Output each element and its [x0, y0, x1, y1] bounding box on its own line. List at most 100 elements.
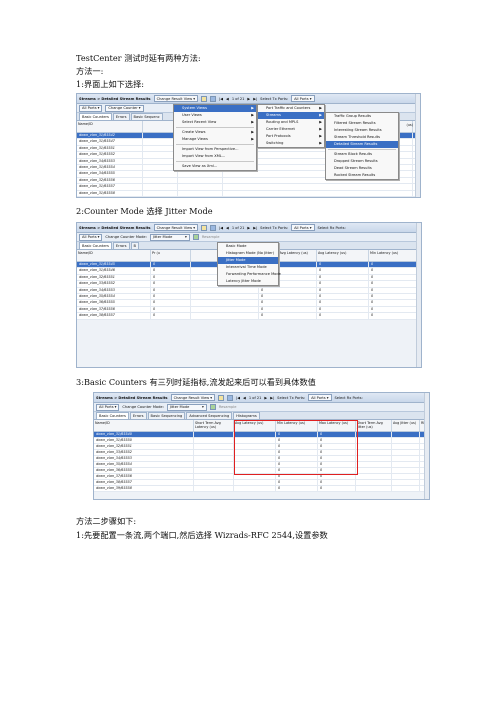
menu-item[interactable]: Stream Block Results: [326, 151, 398, 158]
col-name-id[interactable]: Name/ID: [77, 121, 143, 132]
row-value-cell: 0: [259, 306, 317, 313]
save-icon[interactable]: [227, 394, 234, 401]
menu-item[interactable]: Carrier Ethernet ▶: [258, 126, 324, 133]
col-name-id[interactable]: Name/ID: [77, 250, 151, 261]
pager-first-icon[interactable]: |◀: [236, 396, 240, 400]
toolbar-2: All Ports ▾ Change Counter Mode: Jitter …: [77, 233, 421, 242]
vertical-scrollbar[interactable]: [415, 94, 420, 197]
folder-icon[interactable]: [201, 95, 208, 102]
all-ports-select[interactable]: All Ports ▾: [79, 233, 103, 241]
pager-prev-icon[interactable]: ◀: [226, 226, 229, 230]
menu-item[interactable]: Select Recent View ▶: [174, 119, 256, 126]
pager-first-icon[interactable]: |◀: [219, 226, 223, 230]
tab-basic-sequencing[interactable]: Basic Sequenc: [130, 113, 163, 120]
col-min-latency[interactable]: Min Latency (us): [369, 250, 417, 261]
col-short-term-jitter[interactable]: Short Term Avg Jitter (us): [356, 420, 392, 431]
change-result-view-button[interactable]: Change Result View ▾: [153, 224, 199, 231]
pager-first-icon[interactable]: |◀: [219, 97, 223, 101]
pager-next-icon[interactable]: ▶: [247, 226, 250, 230]
vertical-scrollbar[interactable]: [424, 393, 429, 499]
tx-ports-select[interactable]: All Ports ▾: [291, 224, 315, 231]
col-pre[interactable]: Pr (u: [151, 250, 191, 261]
change-counter-button[interactable]: Change Counter ▾: [105, 104, 144, 112]
col-name-id[interactable]: Name/ID: [94, 420, 194, 431]
table-row[interactable]: down_vlan_31/65558: [77, 190, 420, 197]
menu-item[interactable]: Create Views ▶: [174, 129, 256, 136]
menu-item[interactable]: Histogram Mode (No Jitter): [218, 250, 278, 257]
counter-mode-select[interactable]: Jitter Mode ▾: [166, 403, 207, 411]
menu-item[interactable]: Switching ▶: [258, 140, 324, 147]
resample-button[interactable]: Resample: [219, 405, 237, 409]
menu-item[interactable]: System Views ▶: [174, 105, 256, 112]
menu-item[interactable]: Basic Mode: [218, 243, 278, 250]
menu-item[interactable]: Import View from Perspective...: [174, 146, 256, 153]
tx-ports-select[interactable]: All Ports ▾: [291, 95, 315, 102]
save-icon[interactable]: [210, 224, 217, 231]
pager-last-icon[interactable]: ▶|: [253, 97, 257, 101]
menu-item[interactable]: Port Protocols ▶: [258, 133, 324, 140]
row-value-cell: 0: [259, 293, 317, 300]
submenu-arrow-icon: ▶: [251, 120, 254, 124]
row-value-cell: 0: [317, 300, 369, 306]
pager-next-icon[interactable]: ▶: [264, 396, 267, 400]
col-avg-jitter[interactable]: Avg Jitter (us): [392, 420, 420, 431]
tab-errors[interactable]: Errors: [112, 113, 130, 120]
table-row[interactable]: down_vlan_38/65557 0 0 0 0: [77, 313, 421, 320]
folder-icon[interactable]: [201, 224, 208, 231]
row-value-cell: [234, 486, 276, 491]
menu-item[interactable]: Latency Jitter Mode: [218, 278, 278, 285]
refresh-icon[interactable]: [209, 404, 216, 410]
menu-item[interactable]: Filtered Stream Results: [326, 120, 398, 127]
menu-item[interactable]: Jitter Mode: [218, 257, 278, 264]
menu-item[interactable]: Save View as Xml...: [174, 163, 256, 170]
pager-next-icon[interactable]: ▶: [247, 97, 250, 101]
tab-advanced-sequencing[interactable]: Advanced Sequencing: [186, 412, 233, 419]
menu-item[interactable]: Stream Threshold Results: [326, 134, 398, 141]
screenshot-1-system-views-menu: Streams > Detailed Stream Results Change…: [76, 93, 421, 198]
all-ports-select[interactable]: All Ports ▾: [96, 403, 120, 411]
counter-mode-select[interactable]: Jitter Mode ▾: [149, 233, 190, 241]
menu-item[interactable]: Streams ▶: [258, 112, 324, 119]
tab-histograms[interactable]: Histograms: [233, 412, 260, 419]
menu-item[interactable]: Dropped Stream Results: [326, 158, 398, 165]
pager-text: 1 of 21: [231, 225, 245, 230]
menu-item[interactable]: User Views ▶: [174, 112, 256, 119]
tab-basic-counters[interactable]: Basic Counters: [79, 242, 112, 249]
change-result-view-button[interactable]: Change Result View ▾: [170, 394, 216, 401]
resample-button[interactable]: Resample: [202, 235, 220, 239]
menu-item[interactable]: Forwarding Performance Mode: [218, 271, 281, 278]
tab-basic-sequencing[interactable]: Basic Sequencing: [147, 412, 186, 419]
tab-basic-counters[interactable]: Basic Counters: [96, 412, 129, 419]
tab-errors[interactable]: Errors: [112, 242, 130, 249]
menu-item[interactable]: Routing and MPLS ▶: [258, 119, 324, 126]
col-avg-latency[interactable]: Avg Latency (us): [317, 250, 369, 261]
menu-item[interactable]: Interarrival Time Mode: [218, 264, 278, 271]
method2-heading: 方法二步骤如下:: [76, 516, 137, 526]
menu-item[interactable]: Rocked Stream Results: [326, 172, 398, 179]
menu-item[interactable]: Import View from XML...: [174, 153, 256, 160]
vertical-scrollbar[interactable]: [416, 223, 421, 367]
menu-item[interactable]: Detailed Stream Results: [326, 141, 398, 148]
tab-basic-sequencing[interactable]: B: [130, 242, 139, 249]
tab-basic-counters[interactable]: Basic Counters: [79, 113, 112, 120]
col-short-term-latency[interactable]: Short Term Avg Latency (us): [194, 420, 234, 431]
change-result-view-button[interactable]: Change Result View ▾: [153, 95, 199, 102]
menu-item[interactable]: Interesting Stream Results: [326, 127, 398, 134]
pager-last-icon[interactable]: ▶|: [270, 396, 274, 400]
menu-item[interactable]: Dead Stream Results: [326, 165, 398, 172]
pager-prev-icon[interactable]: ◀: [226, 97, 229, 101]
menu-item[interactable]: Traffic Group Results: [326, 113, 398, 120]
pager-prev-icon[interactable]: ◀: [243, 396, 246, 400]
tx-ports-select[interactable]: All Ports ▾: [308, 394, 332, 401]
all-ports-select[interactable]: All Ports ▾: [79, 104, 103, 112]
row-value-cell: 0: [317, 287, 369, 293]
folder-icon[interactable]: [218, 394, 225, 401]
tab-errors[interactable]: Errors: [129, 412, 147, 419]
save-icon[interactable]: [210, 95, 217, 102]
menu-item[interactable]: Port Traffic and Counters ▶: [258, 105, 324, 112]
row-value-cell: 0: [317, 281, 369, 287]
table-row[interactable]: down_vlan_39/65558 0 0: [94, 486, 429, 492]
refresh-icon[interactable]: [192, 234, 199, 240]
pager-last-icon[interactable]: ▶|: [253, 226, 257, 230]
menu-item[interactable]: Manage Views ▶: [174, 136, 256, 143]
